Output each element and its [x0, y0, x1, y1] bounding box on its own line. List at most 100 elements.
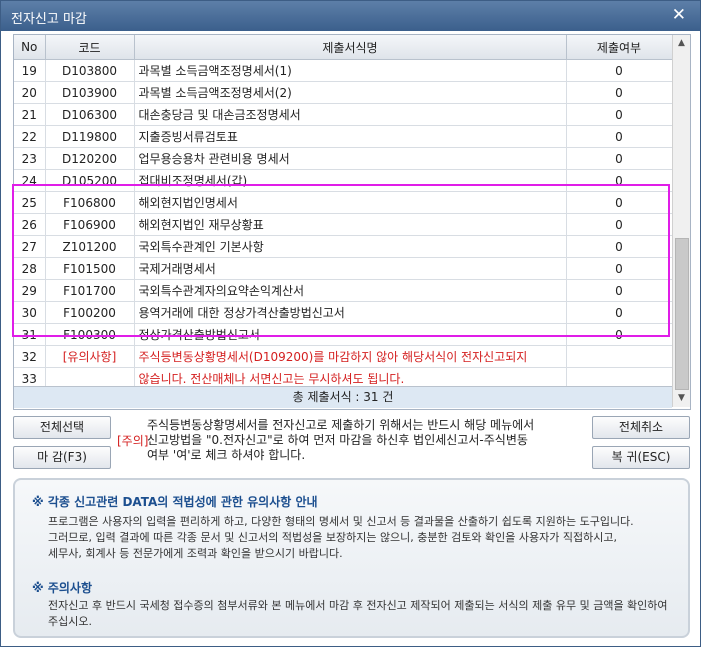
row-submitted: 0 [566, 81, 673, 104]
row-submitted [566, 345, 673, 368]
row-no: 19 [14, 59, 46, 82]
row-code: D103800 [45, 59, 135, 82]
row-code: D103900 [45, 81, 135, 104]
cancel-all-button[interactable]: 전체취소 [592, 416, 690, 439]
vertical-scrollbar[interactable]: ▲ ▼ [672, 35, 690, 407]
row-no: 23 [14, 147, 46, 170]
row-no: 27 [14, 235, 46, 258]
col-no-header[interactable]: No [14, 35, 46, 60]
row-form-name: 대손충당금 및 대손금조정명세서 [134, 103, 567, 126]
window-title: 전자신고 마감 [11, 12, 87, 27]
row-code: F100300 [45, 323, 135, 346]
table-row[interactable]: 26 F106900 해외현지법인 재무상황표 0 [14, 213, 673, 236]
row-form-name: 해외현지법인 재무상황표 [134, 213, 567, 236]
row-submitted: 0 [566, 235, 673, 258]
row-form-name: 주식등변동상황명세서(D109200)를 마감하지 않아 해당서식이 전자신고되… [134, 345, 567, 368]
table-row[interactable]: 23 D120200 업무용승용차 관련비용 명세서 0 [14, 147, 673, 170]
row-form-name: 지출증빙서류검토표 [134, 125, 567, 148]
col-name-header[interactable]: 제출서식명 [134, 35, 567, 60]
legal-notice-panel: ※ 각종 신고관련 DATA의 적법성에 관한 유의사항 안내 프로그램은 사용… [13, 478, 690, 638]
row-code: [유의사항] [45, 345, 135, 368]
row-no: 21 [14, 103, 46, 126]
row-form-name: 접대비조정명세서(갑) [134, 169, 567, 192]
row-form-name: 국제거래명세서 [134, 257, 567, 280]
row-form-name: 국외특수관계자의요약손익계산서 [134, 279, 567, 302]
row-form-name: 업무용승용차 관련비용 명세서 [134, 147, 567, 170]
total-count: 총 제출서식 : 31 건 [14, 386, 672, 408]
row-code: D119800 [45, 125, 135, 148]
row-no: 20 [14, 81, 46, 104]
row-form-name: 정상가격산출방법신고서 [134, 323, 567, 346]
row-form-name: 국외특수관계인 기본사항 [134, 235, 567, 258]
row-form-name: 과목별 소득금액조정명세서(1) [134, 59, 567, 82]
row-code: F100200 [45, 301, 135, 324]
row-submitted: 0 [566, 191, 673, 214]
row-submitted: 0 [566, 213, 673, 236]
caution-text: 전자신고 후 반드시 국세청 접수증의 첨부서류와 본 메뉴에서 마감 후 전자… [48, 599, 668, 612]
row-form-name: 해외현지법인명세서 [134, 191, 567, 214]
form-grid: No 코드 제출서식명 제출여부 19 D103800 과목별 소득금액조정명세서(… [13, 34, 691, 410]
deadline-dialog: 전자신고 마감 ✕ No 코드 제출서식명 제출여부 19 D103800 과목별 … [0, 0, 701, 647]
submission-notice: [주의] 주식등변동상황명세서를 전자신고로 제출하기 위해서는 반드시 해당 … [117, 418, 587, 463]
caution-heading: ※ 주의사항 [32, 581, 93, 595]
row-submitted: 0 [566, 169, 673, 192]
notice-text: 프로그램은 사용자의 입력을 편리하게 하고, 다양한 형태의 명세서 및 신고… [48, 515, 634, 528]
row-no: 31 [14, 323, 46, 346]
table-row[interactable]: 21 D106300 대손충당금 및 대손금조정명세서 0 [14, 103, 673, 126]
table-row[interactable]: 22 D119800 지출증빙서류검토표 0 [14, 125, 673, 148]
table-row[interactable]: 32 [유의사항] 주식등변동상황명세서(D109200)를 마감하지 않아 해당서… [14, 345, 673, 368]
table-row[interactable]: 19 D103800 과목별 소득금액조정명세서(1) 0 [14, 59, 673, 82]
row-no: 26 [14, 213, 46, 236]
table-row[interactable]: 29 F101700 국외특수관계자의요약손익계산서 0 [14, 279, 673, 302]
title-bar: 전자신고 마감 ✕ [1, 1, 700, 31]
row-no: 32 [14, 345, 46, 368]
table-row[interactable]: 30 F100200 용역거래에 대한 정상가격산출방법신고서 0 [14, 301, 673, 324]
notice-line: 신고방법을 "0.전자신고"로 하여 먼저 마감을 하신후 법인세신고서-주식변… [147, 433, 528, 447]
select-all-button[interactable]: 전체선택 [13, 416, 111, 439]
notice-line: 여부 '여'로 체크 하셔야 합니다. [147, 448, 306, 462]
scroll-up-icon[interactable]: ▲ [673, 35, 690, 52]
row-no: 24 [14, 169, 46, 192]
row-no: 30 [14, 301, 46, 324]
row-code: D105200 [45, 169, 135, 192]
close-deadline-button[interactable]: 마 감(F3) [13, 446, 111, 469]
restore-button[interactable]: 복 귀(ESC) [592, 446, 690, 469]
row-submitted: 0 [566, 323, 673, 346]
table-row[interactable]: 27 Z101200 국외특수관계인 기본사항 0 [14, 235, 673, 258]
row-form-name: 용역거래에 대한 정상가격산출방법신고서 [134, 301, 567, 324]
row-no: 29 [14, 279, 46, 302]
row-submitted: 0 [566, 279, 673, 302]
row-code: Z101200 [45, 235, 135, 258]
scroll-thumb[interactable] [675, 238, 689, 390]
notice-heading: ※ 각종 신고관련 DATA의 적법성에 관한 유의사항 안내 [32, 495, 318, 509]
row-code: F106800 [45, 191, 135, 214]
caution-tag: [주의] [117, 434, 149, 448]
row-submitted: 0 [566, 301, 673, 324]
col-code-header[interactable]: 코드 [45, 35, 135, 60]
row-code: D120200 [45, 147, 135, 170]
row-submitted: 0 [566, 257, 673, 280]
row-submitted: 0 [566, 125, 673, 148]
caution-text: 주십시오. [48, 615, 92, 628]
row-code: D106300 [45, 103, 135, 126]
row-code: F101700 [45, 279, 135, 302]
table-row[interactable]: 24 D105200 접대비조정명세서(갑) 0 [14, 169, 673, 192]
scroll-down-icon[interactable]: ▼ [673, 390, 690, 407]
table-row[interactable]: 31 F100300 정상가격산출방법신고서 0 [14, 323, 673, 346]
row-form-name: 과목별 소득금액조정명세서(2) [134, 81, 567, 104]
close-icon[interactable]: ✕ [672, 5, 686, 25]
notice-text: 그러므로, 입력 결과에 따른 각종 문서 및 신고서의 적법성을 보장하지는 … [48, 531, 617, 544]
col-submit-header[interactable]: 제출여부 [566, 35, 673, 60]
row-no: 22 [14, 125, 46, 148]
table-row[interactable]: 20 D103900 과목별 소득금액조정명세서(2) 0 [14, 81, 673, 104]
notice-text: 세무사, 회계사 등 전문가에게 조력과 확인을 받으시기 바랍니다. [48, 547, 343, 560]
row-code: F106900 [45, 213, 135, 236]
row-no: 28 [14, 257, 46, 280]
row-submitted: 0 [566, 147, 673, 170]
row-no: 25 [14, 191, 46, 214]
table-row[interactable]: 28 F101500 국제거래명세서 0 [14, 257, 673, 280]
row-submitted: 0 [566, 59, 673, 82]
row-code: F101500 [45, 257, 135, 280]
row-submitted: 0 [566, 103, 673, 126]
table-row[interactable]: 25 F106800 해외현지법인명세서 0 [14, 191, 673, 214]
